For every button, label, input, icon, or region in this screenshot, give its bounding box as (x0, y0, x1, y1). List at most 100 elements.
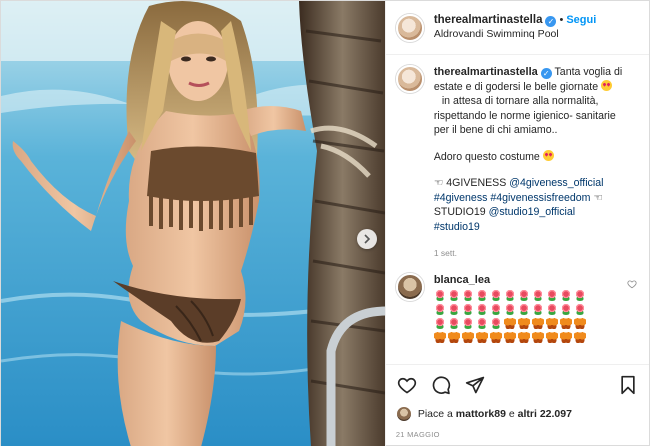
flower-emoji-icon (489, 289, 502, 301)
like-comment-heart-icon[interactable] (627, 279, 637, 289)
mention-link[interactable]: @studio19_official (489, 206, 576, 218)
caption-time[interactable]: 1 sett. (434, 246, 622, 261)
likes-summary: Piace a mattork89 e altri 22.097 (386, 404, 649, 424)
post-photo[interactable] (1, 1, 385, 446)
liker-avatar[interactable] (395, 406, 412, 422)
save-button[interactable] (617, 374, 639, 396)
butterfly-emoji-icon (545, 331, 558, 343)
butterfly-emoji-icon (461, 331, 474, 343)
emoji-row (433, 317, 586, 329)
flower-emoji-icon (447, 317, 460, 329)
next-photo-button[interactable] (357, 229, 377, 249)
emoji-row (433, 331, 586, 343)
comments-section[interactable]: therealmartinastella ✓ Tanta voglia di es… (386, 55, 649, 364)
comment-icon (432, 375, 450, 394)
caption-line: in attesa di tornare alla normalità, (441, 95, 599, 107)
flower-emoji-icon (531, 289, 544, 301)
flower-emoji-icon (475, 303, 488, 315)
mention-link[interactable]: @4giveness_official (509, 177, 603, 189)
flower-emoji-icon (573, 289, 586, 301)
flower-emoji-icon (461, 289, 474, 301)
flower-emoji-icon (531, 303, 544, 315)
follow-button[interactable]: Segui (566, 14, 596, 26)
author-avatar[interactable] (395, 13, 424, 42)
action-bar (385, 364, 649, 404)
verified-badge-icon: ✓ (540, 68, 552, 79)
pool-photo-illustration (1, 1, 385, 446)
flower-emoji-icon (475, 317, 488, 329)
flower-emoji-icon (461, 317, 474, 329)
flower-emoji-icon (545, 303, 558, 315)
butterfly-emoji-icon (517, 331, 530, 343)
caption-line: ☜ 4GIVENESS (433, 177, 507, 189)
caption-line: per il bene di chi amiamo.. (433, 124, 558, 136)
butterfly-emoji-icon (559, 331, 572, 343)
likes-count-link[interactable]: altri 22.097 (518, 408, 572, 420)
flower-emoji-icon (475, 289, 488, 301)
flower-emoji-icon (447, 289, 460, 301)
flower-emoji-icon (503, 303, 516, 315)
flower-emoji-icon (559, 303, 572, 315)
post-date[interactable]: 21 MAGGIO (386, 424, 649, 446)
comment-text: blanca_lea (433, 273, 586, 343)
heart-eyes-emoji-icon (601, 79, 613, 91)
caption-author-avatar[interactable] (395, 65, 424, 93)
post-sidebar: therealmartinastella ✓ • Segui Aldrovandi S… (384, 1, 649, 446)
butterfly-emoji-icon (475, 331, 488, 343)
caption-line: rispettando le norme igienico- sanitarie (433, 109, 616, 122)
butterfly-emoji-icon (447, 331, 460, 343)
instagram-post: therealmartinastella ✓ • Segui Aldrovandi S… (0, 0, 650, 446)
separator-dot: • (559, 14, 564, 27)
flower-emoji-icon (503, 289, 516, 301)
likes-prefix: Piace a (417, 408, 453, 420)
share-icon (465, 376, 484, 393)
butterfly-emoji-icon (531, 331, 544, 343)
flower-emoji-icon (461, 303, 474, 315)
flower-emoji-icon (573, 303, 586, 315)
likes-middle: e (508, 408, 515, 420)
post-header: therealmartinastella ✓ • Segui Aldrovandi S… (385, 1, 649, 55)
header-text: therealmartinastella ✓ • Segui Aldrovandi S… (434, 13, 596, 42)
emoji-row (433, 303, 586, 315)
butterfly-emoji-icon (503, 331, 516, 343)
flower-emoji-icon (559, 289, 572, 301)
caption-text: therealmartinastella ✓ Tanta voglia di es… (434, 65, 622, 261)
comment-button[interactable] (430, 374, 452, 396)
butterfly-emoji-icon (573, 317, 586, 329)
butterfly-emoji-icon (573, 331, 586, 343)
flower-emoji-icon (433, 317, 446, 329)
hashtag-link[interactable]: #studio19 (434, 221, 480, 233)
flower-emoji-icon (433, 303, 446, 315)
butterfly-emoji-icon (545, 317, 558, 329)
comment: blanca_lea (395, 272, 639, 343)
commenter-username[interactable]: blanca_lea (434, 274, 490, 286)
caption-line: Tanta voglia di (554, 66, 623, 78)
emoji-row (433, 289, 586, 301)
caption-username[interactable]: therealmartinastella (434, 66, 538, 78)
pointing-hand-icon: ☜ (593, 191, 603, 204)
like-button[interactable] (396, 374, 418, 396)
author-username[interactable]: therealmartinastella (434, 14, 543, 26)
flower-emoji-icon (489, 303, 502, 315)
flower-emoji-icon (517, 289, 530, 301)
liker-username[interactable]: mattork89 (456, 408, 506, 420)
butterfly-emoji-icon (517, 317, 530, 329)
verified-badge-icon: ✓ (545, 16, 557, 28)
flower-emoji-icon (433, 289, 446, 301)
flower-emoji-icon (517, 303, 530, 315)
caption-line: STUDIO19 (433, 206, 486, 218)
location-link[interactable]: Aldrovandi Swimminq Pool (434, 28, 596, 42)
caption-line: Adoro questo costume (433, 150, 540, 163)
commenter-avatar[interactable] (395, 272, 424, 301)
butterfly-emoji-icon (503, 317, 516, 329)
hashtag-link[interactable]: #4givenessisfreedom (490, 192, 590, 204)
comment-emojis (433, 289, 586, 343)
flower-emoji-icon (489, 317, 502, 329)
chevron-right-icon (364, 234, 371, 244)
butterfly-emoji-icon (489, 331, 502, 343)
butterfly-emoji-icon (559, 317, 572, 329)
hashtag-link[interactable]: #4giveness (434, 192, 488, 204)
share-button[interactable] (464, 374, 486, 396)
flower-emoji-icon (447, 303, 460, 315)
heart-icon (397, 377, 416, 393)
